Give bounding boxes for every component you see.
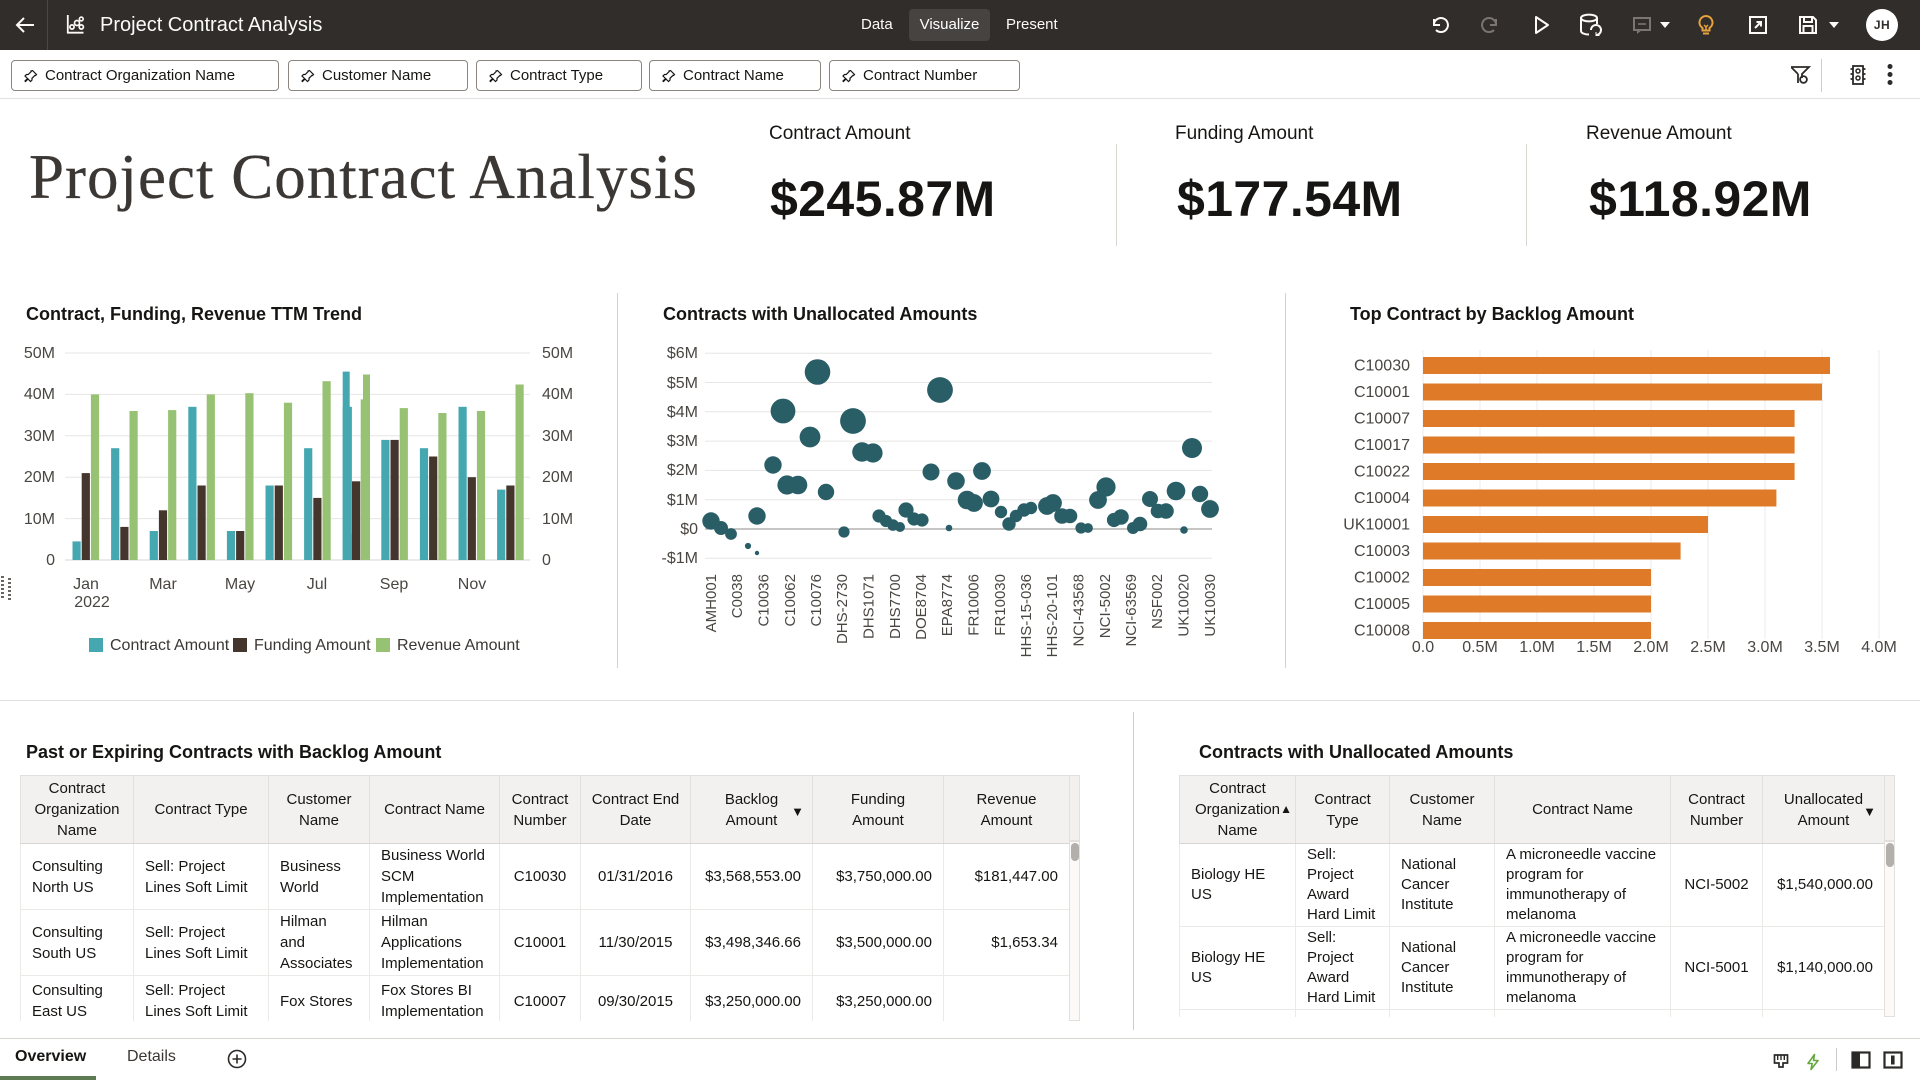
svg-text:10M: 10M [542, 511, 573, 528]
svg-text:$2M: $2M [667, 462, 698, 479]
svg-text:Contract Amount: Contract Amount [110, 637, 230, 654]
svg-text:$4M: $4M [667, 404, 698, 421]
svg-text:0.5M: 0.5M [1462, 639, 1498, 656]
svg-text:Funding Amount: Funding Amount [254, 637, 371, 654]
svg-text:0: 0 [542, 552, 551, 569]
svg-text:0: 0 [46, 552, 55, 569]
svg-text:Jul: Jul [307, 576, 327, 593]
svg-text:-$1M: -$1M [662, 550, 698, 567]
svg-text:HHS-20-101: HHS-20-101 [1044, 574, 1061, 657]
svg-text:UK10020: UK10020 [1176, 574, 1193, 637]
svg-text:C10003: C10003 [1354, 543, 1410, 560]
svg-text:Sep: Sep [380, 576, 409, 593]
svg-text:30M: 30M [24, 428, 55, 445]
svg-text:C10008: C10008 [1354, 623, 1410, 640]
svg-text:FR10006: FR10006 [966, 574, 983, 636]
svg-text:C10005: C10005 [1354, 596, 1410, 613]
svg-text:C10076: C10076 [808, 574, 825, 627]
svg-text:50M: 50M [24, 345, 55, 362]
svg-text:C10007: C10007 [1354, 411, 1410, 428]
svg-text:$5M: $5M [667, 375, 698, 392]
svg-text:C10030: C10030 [1354, 358, 1410, 375]
svg-text:50M: 50M [542, 345, 573, 362]
svg-text:$1M: $1M [667, 492, 698, 509]
svg-text:DHS-2730: DHS-2730 [834, 574, 851, 644]
svg-text:2022: 2022 [74, 594, 110, 611]
svg-text:$3M: $3M [667, 433, 698, 450]
svg-text:Mar: Mar [149, 576, 177, 593]
svg-text:NSF002: NSF002 [1149, 574, 1166, 629]
svg-text:May: May [225, 576, 255, 593]
svg-text:C0038: C0038 [729, 574, 746, 618]
svg-text:DHS7700: DHS7700 [887, 574, 904, 639]
svg-text:C10017: C10017 [1354, 437, 1410, 454]
svg-text:UK10001: UK10001 [1343, 517, 1410, 534]
svg-text:Revenue Amount: Revenue Amount [397, 637, 520, 654]
svg-text:C10001: C10001 [1354, 384, 1410, 401]
svg-text:1.0M: 1.0M [1519, 639, 1555, 656]
svg-text:20M: 20M [542, 469, 573, 486]
svg-text:C10062: C10062 [782, 574, 799, 627]
svg-text:DHS1071: DHS1071 [861, 574, 878, 639]
svg-text:NCI-5002: NCI-5002 [1097, 574, 1114, 638]
svg-text:EPA8774: EPA8774 [939, 574, 956, 636]
svg-text:10M: 10M [24, 511, 55, 528]
svg-text:C10004: C10004 [1354, 490, 1410, 507]
svg-text:2.5M: 2.5M [1690, 639, 1726, 656]
svg-text:FR10030: FR10030 [992, 574, 1009, 636]
svg-text:NCI-63569: NCI-63569 [1123, 574, 1140, 647]
svg-text:3.0M: 3.0M [1747, 639, 1783, 656]
svg-text:0.0: 0.0 [1412, 639, 1434, 656]
svg-text:C10002: C10002 [1354, 570, 1410, 587]
svg-text:Nov: Nov [458, 576, 486, 593]
svg-text:AMH001: AMH001 [703, 574, 720, 632]
svg-text:3.5M: 3.5M [1804, 639, 1840, 656]
svg-text:40M: 40M [24, 386, 55, 403]
svg-text:30M: 30M [542, 428, 573, 445]
svg-text:HHS-15-036: HHS-15-036 [1018, 574, 1035, 657]
svg-text:2.0M: 2.0M [1633, 639, 1669, 656]
svg-text:$0: $0 [680, 521, 698, 538]
svg-text:1.5M: 1.5M [1576, 639, 1612, 656]
svg-text:C10036: C10036 [756, 574, 773, 627]
svg-text:20M: 20M [24, 469, 55, 486]
svg-text:40M: 40M [542, 386, 573, 403]
svg-text:$6M: $6M [667, 345, 698, 362]
svg-text:C10022: C10022 [1354, 464, 1410, 481]
svg-text:UK10030: UK10030 [1202, 574, 1219, 637]
svg-text:NCI-43568: NCI-43568 [1071, 574, 1088, 647]
svg-text:DOE8704: DOE8704 [913, 574, 930, 640]
svg-text:4.0M: 4.0M [1861, 639, 1897, 656]
svg-text:Jan: Jan [73, 576, 99, 593]
